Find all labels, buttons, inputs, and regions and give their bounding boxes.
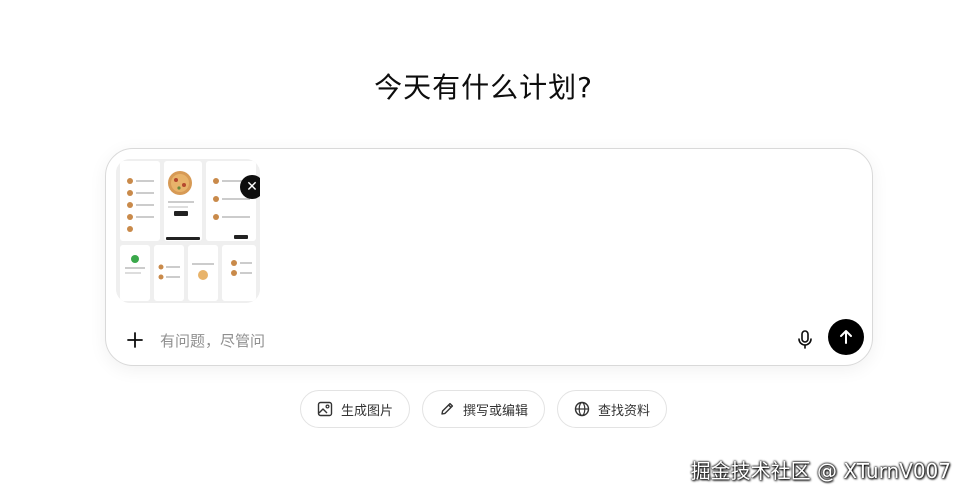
globe-icon	[574, 401, 590, 417]
attachment-preview-image	[116, 159, 260, 303]
pencil-icon	[441, 402, 454, 415]
close-icon: ✕	[246, 179, 258, 195]
attachment-thumbnail[interactable]: ✕	[116, 159, 260, 303]
write-or-edit-label: 撰写或编辑	[462, 403, 528, 419]
search-info-button[interactable]: 查找资料	[557, 390, 668, 428]
prompt-input[interactable]	[158, 325, 722, 357]
send-button[interactable]	[828, 319, 864, 355]
add-attachment-button[interactable]	[120, 325, 150, 355]
generate-image-label: 生成图片	[340, 403, 393, 419]
page-heading: 今天有什么计划?	[374, 71, 593, 104]
image-icon	[317, 401, 333, 417]
composer-box: ✕	[105, 148, 873, 366]
search-info-label: 查找资料	[598, 403, 651, 419]
microphone-icon	[798, 330, 812, 349]
plus-icon	[127, 332, 143, 348]
write-or-edit-button[interactable]: 撰写或编辑	[421, 390, 545, 428]
suggestion-chips: 生成图片 撰写或编辑 查找资料	[0, 390, 967, 428]
watermark-text: 掘金技术社区 @ XTurnV007	[690, 459, 951, 483]
arrow-up-icon	[840, 330, 852, 344]
generate-image-button[interactable]: 生成图片	[299, 390, 410, 428]
remove-attachment-button[interactable]: ✕	[240, 175, 260, 199]
voice-input-button[interactable]	[790, 325, 820, 355]
